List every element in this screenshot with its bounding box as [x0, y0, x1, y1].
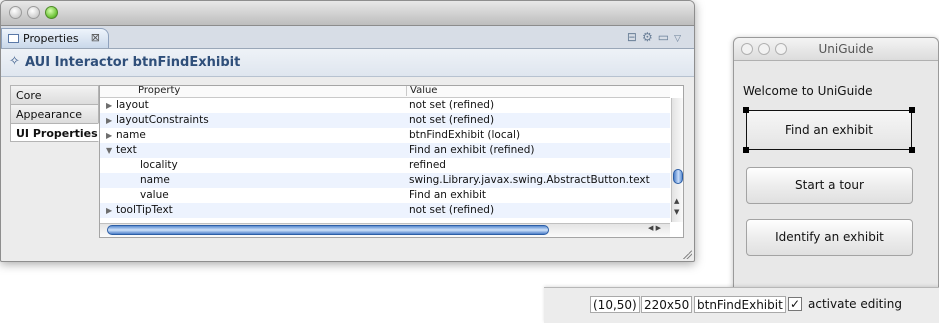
property-name: name: [116, 129, 146, 141]
view-tab-bar: Properties ⊠ ⊟⚙▭▽: [1, 26, 694, 49]
window-titlebar: UniGuide: [734, 38, 938, 61]
expand-arrow-icon[interactable]: ▶: [106, 116, 116, 125]
size-field: 220x50: [641, 296, 693, 313]
property-header: ✧ AUI Interactor btnFindExhibit: [1, 49, 694, 77]
vertical-scroll-thumb[interactable]: [673, 169, 683, 184]
table-row[interactable]: value Find an exhibit: [100, 188, 670, 203]
position-field: (10,50): [590, 296, 640, 313]
column-header-property[interactable]: Property: [138, 86, 180, 96]
identify-exhibit-button[interactable]: Identify an exhibit: [746, 219, 913, 256]
table-row[interactable]: locality refined: [100, 158, 670, 173]
property-name: value: [140, 189, 169, 201]
table-row[interactable]: ▶ name btnFindExhibit (local): [100, 128, 670, 143]
property-name: layoutConstraints: [116, 114, 209, 126]
resize-grip-icon[interactable]: [682, 249, 692, 259]
property-value: refined: [409, 159, 446, 171]
selection-handle[interactable]: [743, 107, 749, 113]
tab-properties-label: Properties: [23, 32, 79, 45]
property-name: locality: [140, 159, 178, 171]
view-toolbar: ⊟⚙▭▽: [627, 30, 686, 44]
property-value: btnFindExhibit (local): [409, 129, 521, 141]
minimize-window-button[interactable]: [27, 6, 40, 19]
table-header: Property Value: [100, 86, 670, 98]
property-table: Property Value ▶ layout not set (refined)…: [99, 85, 684, 238]
aui-interactor-icon: ✧: [9, 54, 20, 69]
category-tab-appearance[interactable]: Appearance: [10, 104, 99, 123]
horizontal-scroll-thumb[interactable]: [107, 225, 549, 235]
property-name: text: [116, 144, 137, 156]
zoom-window-button[interactable]: [45, 6, 58, 19]
property-value: Find an exhibit (refined): [409, 144, 535, 156]
category-tabs: Core Appearance UI Properties: [10, 85, 99, 142]
welcome-label: Welcome to UniGuide: [743, 84, 873, 98]
property-value: not set (refined): [409, 204, 495, 216]
editing-status-bar: (10,50) 220x50 btnFindExhibit ✓ activate…: [544, 287, 939, 323]
tab-properties[interactable]: Properties ⊠: [1, 28, 109, 48]
find-exhibit-button[interactable]: Find an exhibit: [746, 110, 912, 150]
window-titlebar: [1, 1, 694, 26]
expand-arrow-icon[interactable]: ▶: [106, 101, 116, 110]
table-row[interactable]: ▶ layoutConstraints not set (refined): [100, 113, 670, 128]
expand-arrow-icon[interactable]: ▶: [106, 206, 116, 215]
table-row[interactable]: ▶ toolTipText not set (refined): [100, 203, 670, 218]
scroll-down-arrow-icon[interactable]: ▼: [674, 208, 679, 216]
properties-window: Properties ⊠ ⊟⚙▭▽ ✧ AUI Interactor btnFi…: [0, 0, 695, 262]
close-window-button[interactable]: [9, 6, 22, 19]
selection-handle[interactable]: [743, 147, 749, 153]
properties-view-icon: [8, 34, 19, 43]
table-row[interactable]: ▼ text Find an exhibit (refined): [100, 143, 670, 158]
horizontal-scrollbar[interactable]: ◀ ▶: [100, 223, 670, 237]
property-value: not set (refined): [409, 99, 495, 111]
category-tab-core[interactable]: Core: [10, 85, 99, 104]
property-name: layout: [116, 99, 149, 111]
property-value: swing.Library.javax.swing.AbstractButton…: [409, 174, 650, 186]
property-name: name: [140, 174, 170, 186]
collapse-arrow-icon[interactable]: ▼: [106, 146, 116, 155]
categories-toggle-icon[interactable]: ⊟: [627, 30, 642, 44]
selection-handle[interactable]: [909, 147, 915, 153]
page-title: AUI Interactor btnFindExhibit: [25, 55, 241, 70]
component-name-field: btnFindExhibit: [694, 296, 786, 313]
view-menu-chevron-icon[interactable]: ▽: [674, 34, 686, 44]
window-title: UniGuide: [818, 42, 874, 56]
start-tour-button[interactable]: Start a tour: [746, 167, 913, 204]
uniguide-window: UniGuide Welcome to UniGuide Find an exh…: [733, 37, 939, 322]
advanced-properties-icon[interactable]: ⚙: [642, 30, 658, 44]
property-name: toolTipText: [116, 204, 173, 216]
category-tab-ui-properties[interactable]: UI Properties: [10, 123, 99, 142]
table-rows: ▶ layout not set (refined) ▶ layoutConstra…: [100, 98, 670, 218]
vertical-scrollbar[interactable]: ▲ ▼: [671, 98, 683, 222]
selection-handle[interactable]: [909, 107, 915, 113]
expand-arrow-icon[interactable]: ▶: [106, 131, 116, 140]
scroll-left-right-arrows-icon[interactable]: ◀ ▶: [648, 224, 661, 232]
activate-editing-checkbox[interactable]: ✓: [788, 297, 802, 311]
activate-editing-label[interactable]: activate editing: [808, 297, 902, 311]
property-value: Find an exhibit: [409, 189, 487, 201]
tab-close-icon[interactable]: ⊠: [91, 31, 100, 44]
column-header-value[interactable]: Value: [406, 86, 437, 96]
table-row[interactable]: name swing.Library.javax.swing.AbstractB…: [100, 173, 670, 188]
property-value: not set (refined): [409, 114, 495, 126]
table-row[interactable]: ▶ layout not set (refined): [100, 98, 670, 113]
restore-default-icon[interactable]: ▭: [658, 30, 674, 44]
scroll-up-arrow-icon[interactable]: ▲: [674, 197, 679, 205]
